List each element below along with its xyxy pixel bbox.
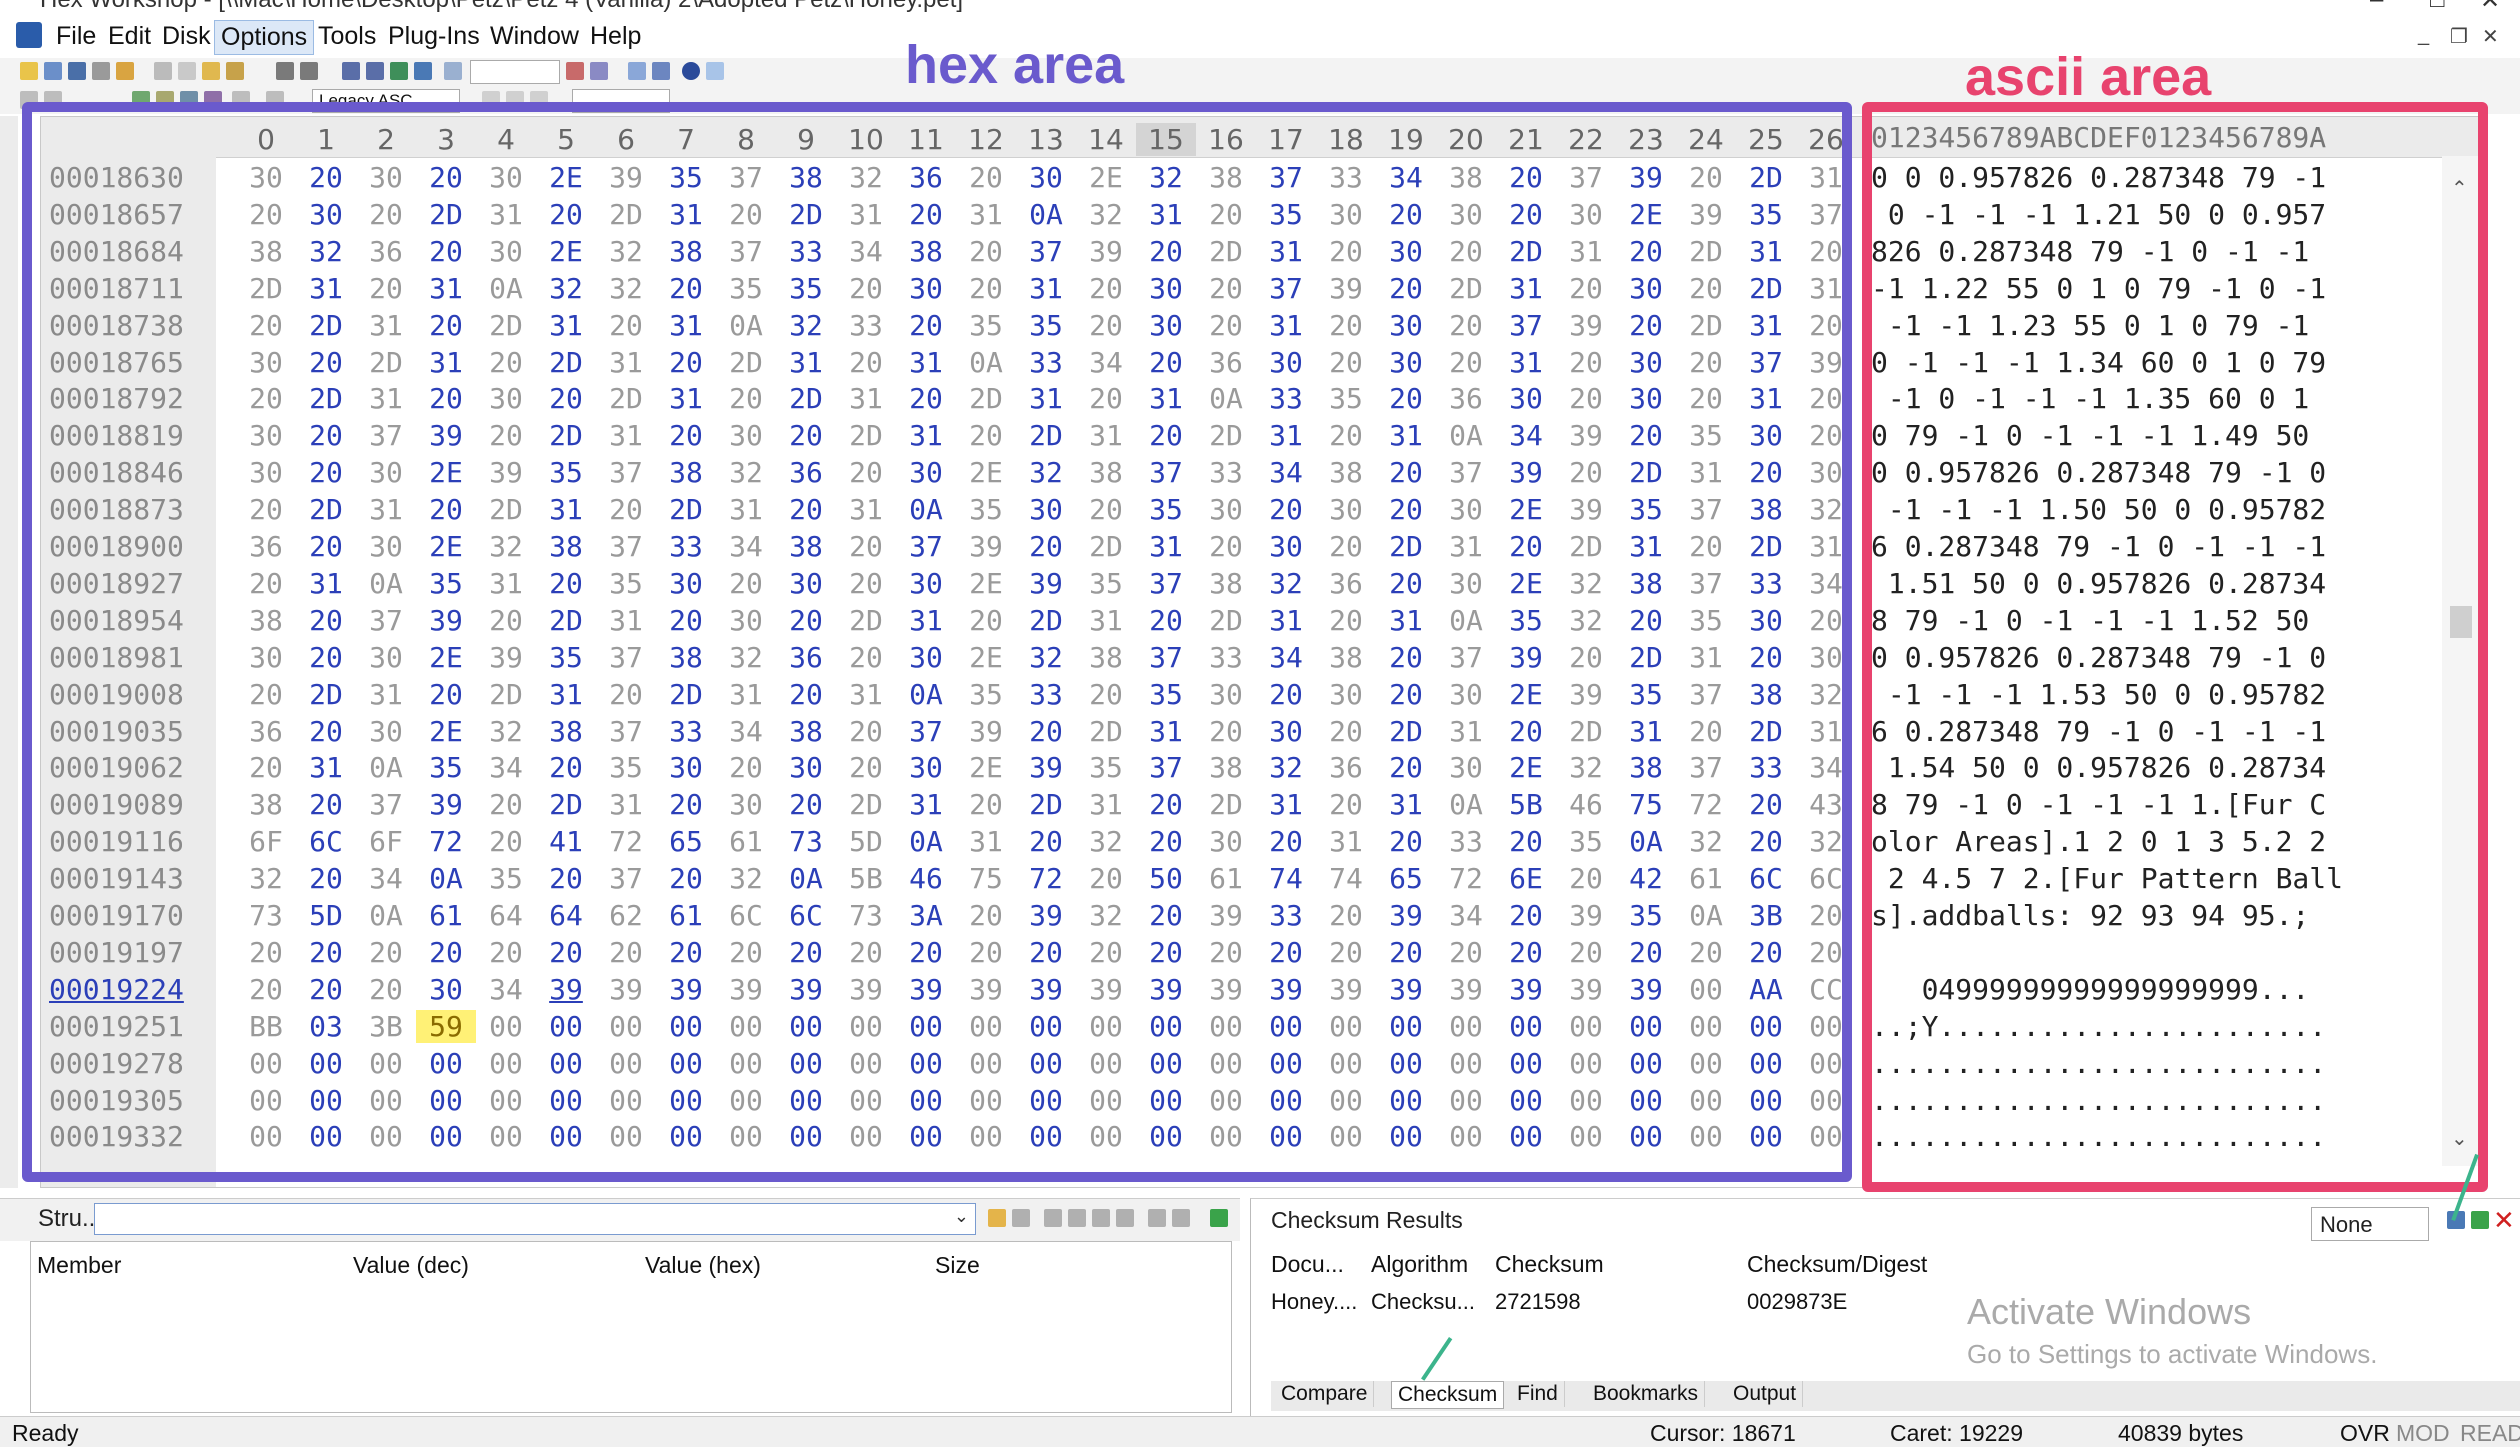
checksum-title: Checksum Results [1271, 1207, 1463, 1233]
copy-icon[interactable] [178, 62, 196, 80]
compare-icon[interactable] [628, 62, 646, 80]
tab-output[interactable]: Output [1727, 1381, 1804, 1407]
checksum-icon[interactable] [652, 62, 670, 80]
refresh-icon[interactable] [1210, 1209, 1228, 1227]
structure-select[interactable]: ⌄ [94, 1203, 976, 1235]
undo-icon[interactable] [276, 62, 294, 80]
close-icon[interactable]: ✕ [2480, 0, 2500, 14]
window-title: Hex Workshop - [\\Mac\Home\Desktop\Petz\… [40, 0, 963, 14]
title-bar: Hex Workshop - [\\Mac\Home\Desktop\Petz\… [0, 0, 2520, 14]
mdi-close-icon[interactable]: ✕ [2482, 24, 2499, 49]
ascii-area-label: ascii area [1965, 47, 2212, 107]
refresh-checksum-icon[interactable] [2471, 1211, 2489, 1229]
checksum-filter-select[interactable]: None [2311, 1207, 2429, 1241]
chevron-down-icon: ⌄ [953, 1206, 969, 1226]
cs-col-digest[interactable]: Checksum/Digest [1747, 1251, 1927, 1278]
structure-tool-icon[interactable] [1012, 1209, 1030, 1227]
ascii-area-highlight [1862, 102, 2488, 1192]
save-icon[interactable] [68, 62, 86, 80]
find-next-icon[interactable] [366, 62, 384, 80]
paste-special-icon[interactable] [226, 62, 244, 80]
print-icon[interactable] [92, 62, 110, 80]
bookmark-icon[interactable] [566, 62, 584, 80]
tab-bookmarks[interactable]: Bookmarks [1587, 1381, 1706, 1407]
open-structure-icon[interactable] [988, 1209, 1006, 1227]
menu-disk[interactable]: Disk [156, 20, 217, 53]
insert-icon[interactable] [444, 62, 462, 80]
menu-options[interactable]: Options [214, 20, 315, 55]
app-icon[interactable] [16, 22, 42, 48]
col-member[interactable]: Member [37, 1252, 121, 1279]
docked-side-panel[interactable] [0, 116, 18, 1188]
toolbar-dropdown[interactable] [470, 60, 560, 84]
menu-tools[interactable]: Tools [312, 20, 382, 53]
maximize-icon[interactable]: □ [2430, 0, 2445, 14]
context-help-icon[interactable] [706, 62, 724, 80]
results-tabs: Compare Checksum Find Bookmarks Output [1271, 1381, 2520, 1411]
status-size: 40839 bytes [2118, 1420, 2244, 1446]
find-icon[interactable] [342, 62, 360, 80]
status-cursor: Cursor: 18671 [1650, 1420, 1796, 1446]
status-mod: MOD [2396, 1420, 2450, 1446]
hex-area-label: hex area [905, 35, 1125, 95]
activation-watermark-subtitle: Go to Settings to activate Windows. [1967, 1339, 2378, 1369]
status-ready: Ready [12, 1420, 79, 1446]
unlink-icon[interactable] [1172, 1209, 1190, 1227]
structure-label: Stru... [38, 1205, 103, 1232]
structure-table[interactable]: Member Value (dec) Value (hex) Size [30, 1241, 1232, 1413]
cs-col-document[interactable]: Docu... [1271, 1251, 1344, 1278]
properties-icon[interactable] [116, 62, 134, 80]
cut-icon[interactable] [154, 62, 172, 80]
cs-col-algorithm[interactable]: Algorithm [1371, 1251, 1468, 1278]
cs-cell-checksum[interactable]: 2721598 [1495, 1289, 1581, 1315]
status-bar: Ready Cursor: 18671 Caret: 19229 40839 b… [0, 1416, 2520, 1447]
bookmark-next-icon[interactable] [590, 62, 608, 80]
tab-find[interactable]: Find [1511, 1381, 1565, 1407]
link-icon[interactable] [1148, 1209, 1166, 1227]
close-checksum-icon[interactable]: ✕ [2493, 1205, 2515, 1236]
new-file-icon[interactable] [20, 62, 38, 80]
status-ovr: OVR [2340, 1420, 2390, 1446]
menu-help[interactable]: Help [584, 20, 647, 53]
menu-plugins[interactable]: Plug-Ins [382, 20, 486, 53]
cs-cell-digest[interactable]: 0029873E [1747, 1289, 1847, 1315]
edit-icon[interactable] [1092, 1209, 1110, 1227]
redo-icon[interactable] [300, 62, 318, 80]
cs-col-checksum[interactable]: Checksum [1495, 1251, 1604, 1278]
mdi-minimize-icon[interactable]: _ [2418, 24, 2429, 47]
mdi-restore-icon[interactable]: ❐ [2450, 24, 2468, 49]
col-value-hex[interactable]: Value (hex) [645, 1252, 761, 1279]
collapse-icon[interactable] [1044, 1209, 1062, 1227]
status-read: READ [2460, 1420, 2520, 1446]
expand-icon[interactable] [1068, 1209, 1086, 1227]
tab-compare[interactable]: Compare [1275, 1381, 1375, 1407]
col-size[interactable]: Size [935, 1252, 980, 1279]
structure-toolbar: Stru... ⌄ [0, 1199, 1240, 1241]
annotation-arrow-checksum-tab [1421, 1337, 1453, 1381]
checksum-results-panel: Checksum Results None ✕ Docu... Algorith… [1250, 1153, 2520, 1417]
tab-checksum[interactable]: Checksum [1391, 1381, 1505, 1409]
goto-icon[interactable] [390, 62, 408, 80]
status-caret: Caret: 19229 [1890, 1420, 2023, 1446]
activation-watermark-title: Activate Windows [1967, 1291, 2252, 1332]
cs-cell-document[interactable]: Honey.... [1271, 1289, 1357, 1315]
structure-viewer-panel: Stru... ⌄ Member Value (dec) Value (hex)… [0, 1198, 1240, 1417]
open-file-icon[interactable] [44, 62, 62, 80]
up-icon[interactable] [1116, 1209, 1134, 1227]
minimize-icon[interactable]: – [2370, 0, 2383, 14]
menu-file[interactable]: File [50, 20, 102, 53]
cs-cell-algorithm[interactable]: Checksu... [1371, 1289, 1475, 1315]
help-icon[interactable] [682, 62, 700, 80]
menu-edit[interactable]: Edit [102, 20, 157, 53]
paste-icon[interactable] [202, 62, 220, 80]
menu-window[interactable]: Window [484, 20, 585, 53]
col-value-dec[interactable]: Value (dec) [353, 1252, 469, 1279]
replace-icon[interactable] [414, 62, 432, 80]
hex-area-highlight [22, 102, 1852, 1182]
